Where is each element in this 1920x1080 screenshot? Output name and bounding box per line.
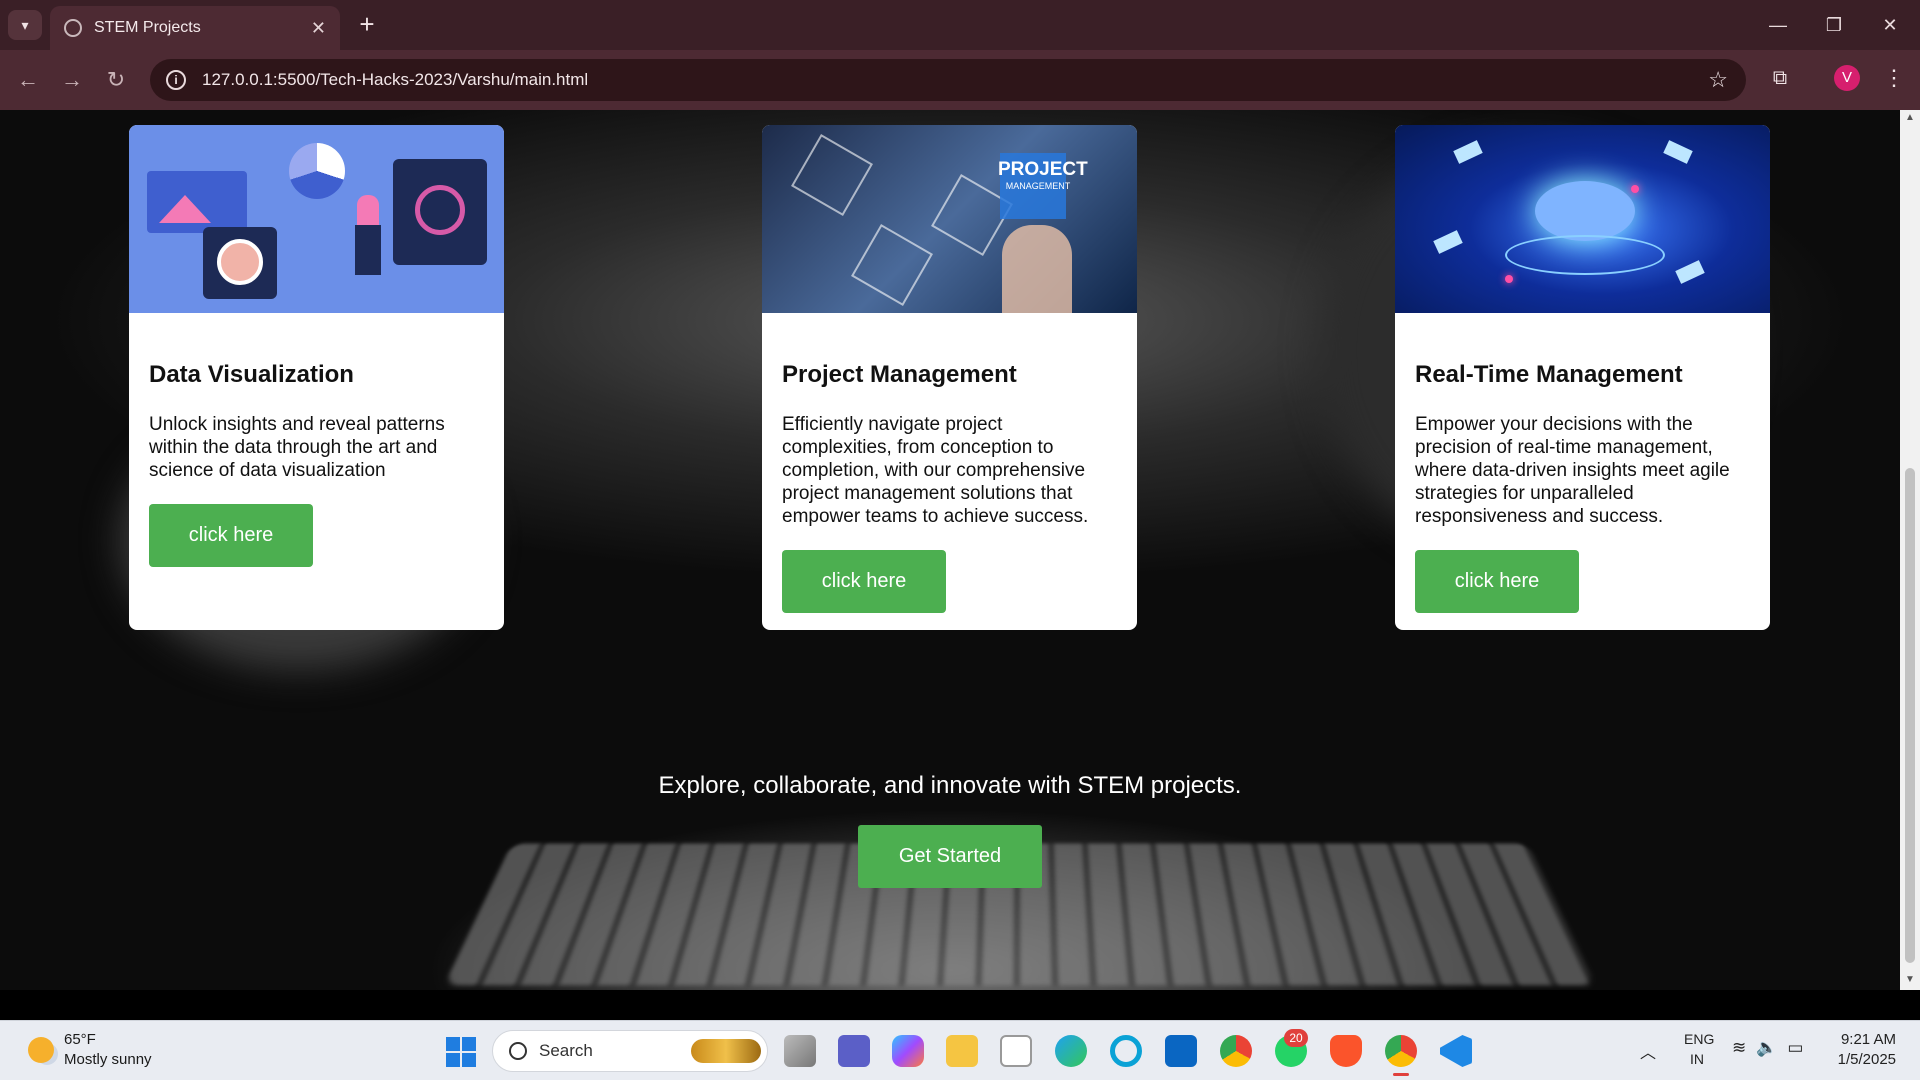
search-icon xyxy=(509,1042,527,1060)
show-hidden-icons[interactable]: ︿ xyxy=(1640,1039,1656,1063)
real-time-management-click-button[interactable]: click here xyxy=(1415,550,1579,613)
page-content: Data Visualization Unlock insights and r… xyxy=(0,110,1900,990)
weather-temperature[interactable]: 65°F xyxy=(64,1031,96,1048)
reload-button[interactable]: ↻ xyxy=(100,64,132,96)
search-highlight-image xyxy=(691,1039,761,1063)
clock-date[interactable]: 1/5/2025 xyxy=(1826,1051,1896,1068)
restore-button[interactable]: ❐ xyxy=(1814,8,1854,42)
teams-icon[interactable] xyxy=(838,1035,870,1067)
chrome-icon[interactable] xyxy=(1220,1035,1252,1067)
tab-strip: ▾ STEM Projects ✕ + — ❐ ✕ xyxy=(0,0,1920,50)
scroll-thumb[interactable] xyxy=(1905,468,1915,963)
profile-avatar[interactable]: V xyxy=(1834,65,1860,91)
active-app-indicator xyxy=(1393,1073,1409,1076)
scroll-up-arrow[interactable]: ▲ xyxy=(1904,112,1916,123)
address-bar[interactable]: i 127.0.0.1:5500/Tech-Hacks-2023/Varshu/… xyxy=(150,59,1746,101)
scroll-down-arrow[interactable]: ▼ xyxy=(1904,974,1916,985)
keyboard-region[interactable]: IN xyxy=(1690,1051,1704,1067)
taskbar: 65°F Mostly sunny Search 20 ︿ ENG IN ≋🔈▭… xyxy=(0,1020,1920,1080)
weather-sun-icon[interactable] xyxy=(28,1037,54,1063)
close-window-button[interactable]: ✕ xyxy=(1870,8,1910,42)
taskbar-search[interactable]: Search xyxy=(492,1030,768,1072)
card-real-time-management: Real-Time Management Empower your decisi… xyxy=(1395,125,1770,630)
vscode-icon[interactable] xyxy=(1440,1035,1472,1067)
close-tab-icon[interactable]: ✕ xyxy=(311,18,326,39)
project-image-subheading: MANAGEMENT xyxy=(1005,181,1071,191)
hero-tagline: Explore, collaborate, and innovate with … xyxy=(658,772,1242,799)
minimize-button[interactable]: — xyxy=(1758,8,1798,42)
extensions-icon[interactable]: ⧉ xyxy=(1766,64,1794,92)
card-description: Empower your decisions with the precisio… xyxy=(1415,414,1730,527)
tab-stem-projects[interactable]: STEM Projects ✕ xyxy=(50,6,340,50)
language-indicator[interactable]: ENG xyxy=(1684,1031,1714,1047)
card-description: Unlock insights and reveal patterns with… xyxy=(149,414,445,481)
app-icon[interactable] xyxy=(1165,1035,1197,1067)
browser-toolbar: ← → ↻ i 127.0.0.1:5500/Tech-Hacks-2023/V… xyxy=(0,50,1920,110)
file-explorer-icon[interactable] xyxy=(946,1035,978,1067)
system-tray-icons[interactable]: ≋🔈▭ xyxy=(1732,1038,1813,1058)
copilot-icon[interactable] xyxy=(892,1035,924,1067)
tab-search-button[interactable]: ▾ xyxy=(8,10,42,40)
project-image-heading: PROJECT xyxy=(998,159,1088,180)
globe-icon xyxy=(64,19,82,37)
url-text: 127.0.0.1:5500/Tech-Hacks-2023/Varshu/ma… xyxy=(202,70,589,89)
back-button[interactable]: ← xyxy=(12,64,44,96)
browser-menu-icon[interactable]: ⋮ xyxy=(1882,64,1906,92)
task-view-icon[interactable] xyxy=(784,1035,816,1067)
whatsapp-badge: 20 xyxy=(1284,1029,1308,1047)
site-info-icon[interactable]: i xyxy=(166,70,186,90)
brave-icon[interactable] xyxy=(1330,1035,1362,1067)
card-description: Efficiently navigate project complexitie… xyxy=(782,414,1089,527)
data-visualization-illustration xyxy=(129,125,504,313)
get-started-button[interactable]: Get Started xyxy=(858,825,1042,888)
page-scrollbar[interactable]: ▲ ▼ xyxy=(1900,110,1920,990)
search-label: Search xyxy=(539,1041,593,1060)
project-management-click-button[interactable]: click here xyxy=(782,550,946,613)
card-title: Data Visualization xyxy=(149,361,354,388)
chrome-profile-icon[interactable] xyxy=(1385,1035,1417,1067)
card-data-visualization: Data Visualization Unlock insights and r… xyxy=(129,125,504,630)
weather-description[interactable]: Mostly sunny xyxy=(64,1051,152,1068)
project-management-image: PROJECT MANAGEMENT xyxy=(762,125,1137,313)
real-time-management-image xyxy=(1395,125,1770,313)
card-title: Real-Time Management xyxy=(1415,361,1683,388)
microsoft-store-icon[interactable] xyxy=(1000,1035,1032,1067)
start-menu-icon[interactable] xyxy=(446,1037,476,1067)
card-title: Project Management xyxy=(782,361,1017,388)
new-tab-button[interactable]: + xyxy=(352,10,382,40)
card-project-management: PROJECT MANAGEMENT Project Management Ef… xyxy=(762,125,1137,630)
bookmark-star-icon[interactable]: ☆ xyxy=(1708,67,1728,93)
forward-button[interactable]: → xyxy=(56,64,88,96)
cortana-icon[interactable] xyxy=(1110,1035,1142,1067)
tab-title: STEM Projects xyxy=(94,19,201,36)
data-visualization-click-button[interactable]: click here xyxy=(149,504,313,567)
clock-time[interactable]: 9:21 AM xyxy=(1834,1031,1896,1048)
edge-icon[interactable] xyxy=(1055,1035,1087,1067)
